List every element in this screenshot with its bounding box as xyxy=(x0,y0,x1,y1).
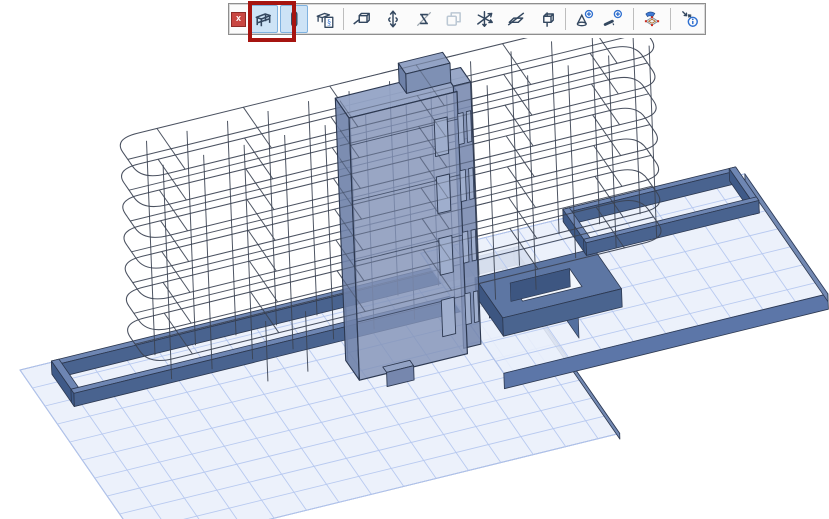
close-button[interactable]: x xyxy=(231,12,246,27)
beam-schedule-tool-button[interactable]: § xyxy=(310,5,339,33)
zoom-in-line-tool-button[interactable] xyxy=(600,5,629,33)
line-plus-icon xyxy=(603,9,625,29)
floating-toolbar: x xyxy=(228,3,706,35)
elevate-anchor-icon xyxy=(383,9,403,29)
column-tool-button[interactable] xyxy=(280,5,309,33)
multiply-boxes-icon xyxy=(444,9,464,29)
pin-cube-icon xyxy=(536,9,556,29)
drag-box-icon xyxy=(352,9,372,29)
toolbar-separator xyxy=(565,8,566,30)
beam-document-icon: § xyxy=(315,9,335,29)
toolbar-separator xyxy=(343,8,344,30)
mirror-icon xyxy=(506,9,526,29)
info-arrows-icon xyxy=(680,9,700,29)
move-axes-tool-button[interactable] xyxy=(471,5,500,33)
element-info-tool-button[interactable] xyxy=(675,5,704,33)
rotate-tool-button[interactable] xyxy=(409,5,438,33)
cone-plus-icon xyxy=(573,9,595,29)
zoom-in-cone-tool-button[interactable] xyxy=(570,5,599,33)
beam-tool-button[interactable] xyxy=(249,5,278,33)
multiply-tool-button xyxy=(440,5,469,33)
column-icon xyxy=(284,9,304,29)
cutaway-3d-icon xyxy=(642,9,662,29)
beam-icon xyxy=(253,9,273,29)
mirror-tool-button[interactable] xyxy=(501,5,530,33)
application-window: x xyxy=(0,0,829,519)
drag-tool-button[interactable] xyxy=(348,5,377,33)
toolbar-separator xyxy=(670,8,671,30)
pin-cube-tool-button[interactable] xyxy=(532,5,561,33)
3d-model-view[interactable] xyxy=(0,38,829,519)
toolbar-separator xyxy=(633,8,634,30)
elevate-tool-button[interactable] xyxy=(379,5,408,33)
svg-text:§: § xyxy=(327,18,331,27)
cutaway-3d-tool-button[interactable] xyxy=(638,5,667,33)
axes-arrows-icon xyxy=(475,9,495,29)
rotate-profile-icon xyxy=(414,9,434,29)
